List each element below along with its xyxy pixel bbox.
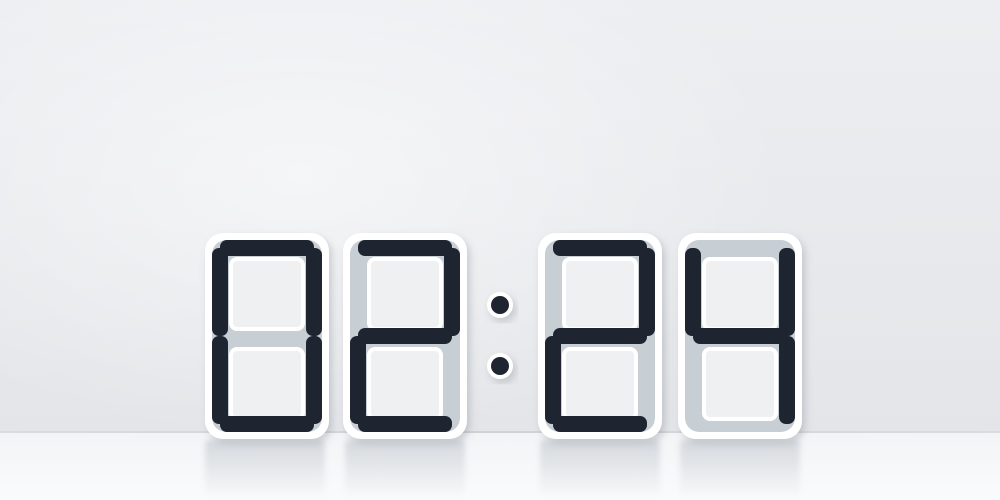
segment-a [358, 240, 452, 256]
segment-a [553, 240, 647, 256]
segment-c [779, 336, 795, 424]
clock-digit [205, 233, 329, 439]
segment-e [350, 336, 366, 424]
colon-separator [487, 292, 513, 379]
clock-digit [678, 233, 802, 439]
clock-digit [343, 233, 467, 439]
segment-e [212, 336, 228, 424]
digit-window-lower [367, 347, 443, 421]
segment-f [685, 248, 701, 336]
segment-a [220, 240, 314, 256]
digit-window-lower [702, 347, 778, 421]
segment-e [545, 336, 561, 424]
segment-b [779, 248, 795, 336]
digit-window-lower [229, 347, 305, 421]
segment-b [639, 248, 655, 336]
digit-window-upper [367, 257, 443, 331]
segment-g [358, 328, 452, 344]
segment-b [444, 248, 460, 336]
segment-g [693, 328, 787, 344]
clock-digit [538, 233, 662, 439]
segment-g [553, 328, 647, 344]
segment-d [553, 416, 647, 432]
segment-b [306, 248, 322, 336]
segment-d [358, 416, 452, 432]
digital-clock [205, 233, 802, 439]
digit-window-upper [702, 257, 778, 331]
digit-window-lower [562, 347, 638, 421]
digit-window-upper [562, 257, 638, 331]
digit-window-upper [229, 257, 305, 331]
segment-c [306, 336, 322, 424]
colon-dot-top-inner [491, 296, 509, 314]
segment-d [220, 416, 314, 432]
segment-f [212, 248, 228, 336]
colon-dot-bottom-inner [491, 357, 509, 375]
